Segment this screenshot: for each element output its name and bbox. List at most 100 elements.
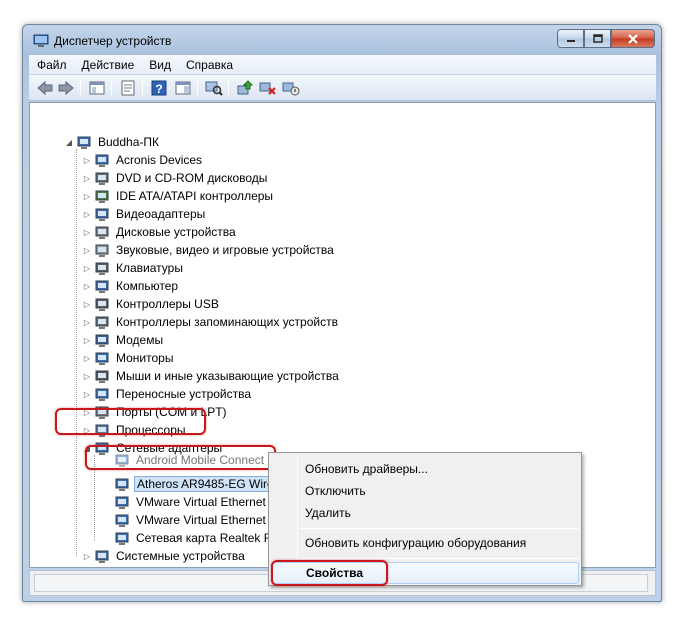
action-pane-icon [175, 81, 191, 95]
tree-item-label: Видеоадаптеры [116, 207, 206, 221]
display-adapter-icon [95, 208, 109, 221]
tree-category[interactable]: ▷ Переносные устройства [82, 385, 253, 403]
expand-icon[interactable]: ▷ [82, 173, 92, 183]
tree-root[interactable]: ◢ Buddha-ПК [64, 133, 161, 151]
expand-icon[interactable]: ▷ [82, 209, 92, 219]
tree-category[interactable]: ▷ Дисковые устройства [82, 223, 238, 241]
tree-item-label: Дисковые устройства [116, 225, 236, 239]
tree-item-label: Мыши и иные указывающие устройства [116, 369, 339, 383]
menu-view[interactable]: Вид [141, 55, 178, 75]
back-arrow-icon [37, 81, 53, 95]
show-hide-console-tree-button[interactable] [87, 79, 107, 97]
expand-icon[interactable]: ▷ [82, 389, 92, 399]
back-button[interactable] [35, 79, 55, 97]
properties-icon [121, 80, 135, 96]
update-driver-button[interactable] [235, 79, 255, 97]
uninstall-button[interactable] [258, 79, 278, 97]
tree-item-label: Звуковые, видео и игровые устройства [116, 243, 334, 257]
device-manager-icon [33, 34, 49, 47]
tree-category[interactable]: ▷ IDE ATA/ATAPI контроллеры [82, 187, 275, 205]
menu-update-drivers[interactable]: Обновить драйверы... [271, 458, 579, 480]
usb-icon [95, 298, 109, 311]
help-icon: ? [151, 80, 167, 96]
keyboard-icon [95, 262, 109, 275]
title-bar[interactable]: Диспетчер устройств [23, 25, 661, 55]
tree-category[interactable]: ▷ Acronis Devices [82, 151, 204, 169]
maximize-button[interactable] [584, 29, 611, 48]
menu-disable[interactable]: Отключить [271, 480, 579, 502]
expand-icon[interactable]: ▷ [82, 155, 92, 165]
ide-controller-icon [95, 190, 109, 203]
expand-icon[interactable]: ▷ [82, 191, 92, 201]
expand-icon[interactable]: ▷ [82, 317, 92, 327]
minimize-icon [566, 39, 575, 42]
highlight-properties [271, 560, 388, 586]
sound-icon [95, 244, 109, 257]
close-icon [628, 33, 638, 44]
menu-help[interactable]: Справка [178, 55, 240, 75]
disable-button[interactable] [281, 79, 301, 97]
network-adapter-icon [115, 514, 129, 527]
console-tree-icon [89, 81, 105, 95]
svg-text:?: ? [155, 82, 162, 96]
expand-icon[interactable]: ▷ [82, 281, 92, 291]
tree-item-label: Модемы [116, 333, 164, 347]
expand-icon[interactable]: ▷ [82, 299, 92, 309]
properties-toolbar-button[interactable] [118, 79, 138, 97]
tree-category[interactable]: ▷ Видеоадаптеры [82, 205, 207, 223]
tree-category[interactable]: ▷ Мониторы [82, 349, 175, 367]
tree-category[interactable]: ▷ Контроллеры USB [82, 295, 221, 313]
computer-icon [77, 136, 91, 149]
storage-controller-icon [95, 316, 109, 329]
minimize-button[interactable] [557, 29, 584, 48]
tree-item-label: DVD и CD-ROM дисководы [116, 171, 268, 185]
disable-icon [282, 82, 300, 96]
expand-icon[interactable]: ▷ [82, 551, 92, 561]
help-toolbar-button[interactable]: ? [149, 79, 169, 97]
close-button[interactable] [611, 29, 655, 48]
tree-category[interactable]: ▷ Мыши и иные указывающие устройства [82, 367, 341, 385]
network-adapter-icon [115, 532, 129, 545]
action-pane-button[interactable] [173, 79, 193, 97]
expand-icon[interactable]: ▷ [82, 227, 92, 237]
tree-item-label: Контроллеры запоминающих устройств [116, 315, 338, 329]
tree-category[interactable]: ▷Устройства HID (Human Interfac [82, 565, 294, 568]
tree-category[interactable]: ▷ Контроллеры запоминающих устройств [82, 313, 340, 331]
monitor-icon [95, 352, 109, 365]
menu-action[interactable]: Действие [74, 55, 142, 75]
tree-category[interactable]: ▷ Компьютер [82, 277, 180, 295]
tree-category[interactable]: ▷ Звуковые, видео и игровые устройства [82, 241, 336, 259]
expand-icon[interactable]: ▷ [82, 353, 92, 363]
portable-device-icon [95, 388, 109, 401]
window-title: Диспетчер устройств [54, 34, 172, 48]
tree-item-label: Контроллеры USB [116, 297, 219, 311]
forward-button[interactable] [56, 79, 76, 97]
scan-hardware-button[interactable] [204, 79, 224, 97]
maximize-icon [592, 34, 603, 43]
hid-icon [94, 566, 110, 568]
menu-scan-hardware-changes[interactable]: Обновить конфигурацию оборудования [271, 532, 579, 554]
highlight-network-adapters [55, 408, 206, 435]
expand-icon[interactable]: ▷ [82, 371, 92, 381]
expand-icon[interactable]: ▷ [82, 335, 92, 345]
tree-category[interactable]: ▷ Модемы [82, 331, 165, 349]
tree-item-label: Клавиатуры [116, 261, 183, 275]
tree-category[interactable]: ▷ Системные устройства [82, 547, 247, 565]
update-driver-icon [237, 80, 254, 95]
expand-icon[interactable]: ▷ [82, 245, 92, 255]
expand-icon[interactable]: ◢ [64, 137, 74, 147]
expand-icon[interactable]: ▷ [82, 263, 92, 273]
disk-drive-icon [95, 226, 109, 239]
tree-item-label: Системные устройства [116, 549, 245, 563]
system-device-icon [95, 550, 109, 563]
tree-category[interactable]: ▷ DVD и CD-ROM дисководы [82, 169, 269, 187]
menu-file[interactable]: Файл [29, 55, 74, 75]
tree-category[interactable]: ▷ Клавиатуры [82, 259, 185, 277]
tree-item-label: Acronis Devices [116, 153, 203, 167]
menu-uninstall[interactable]: Удалить [271, 502, 579, 524]
dvd-drive-icon [95, 172, 109, 185]
acronis-icon [95, 154, 109, 167]
